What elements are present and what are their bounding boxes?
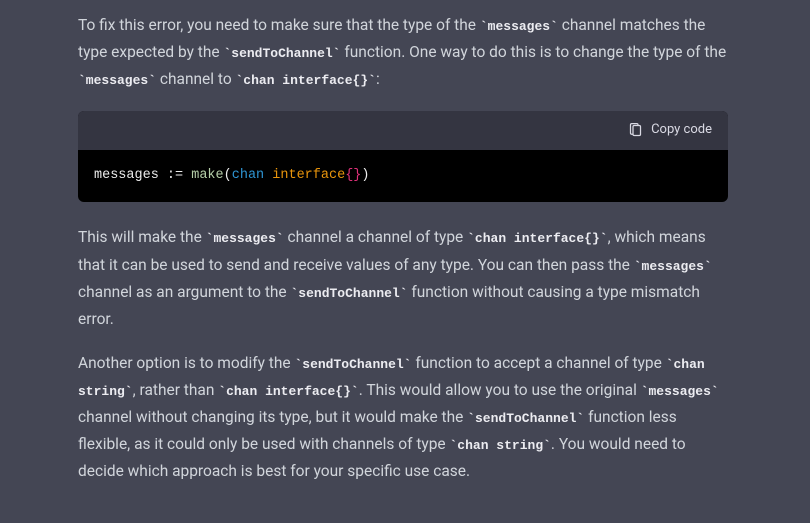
text: . This would allow you to use the origin…: [359, 381, 641, 399]
code-token-brace: {}: [345, 168, 361, 183]
text: channel without changing its type, but i…: [78, 408, 467, 426]
code-token-keyword: chan: [232, 168, 264, 183]
clipboard-icon: [628, 123, 643, 138]
inline-code-messages: `messages`: [480, 19, 558, 34]
inline-code-chan-interface: `chan interface{}`: [467, 231, 607, 246]
code-token-ident: messages: [94, 168, 167, 183]
copy-code-button[interactable]: Copy code: [628, 119, 712, 142]
code-token-type: interface: [272, 168, 345, 183]
copy-code-label: Copy code: [651, 119, 712, 142]
text: To fix this error, you need to make sure…: [78, 16, 480, 34]
inline-code-messages: `messages`: [641, 384, 719, 399]
paragraph-alternative: Another option is to modify the `sendToC…: [78, 350, 728, 486]
inline-code-messages: `messages`: [634, 259, 712, 274]
code-block-header: Copy code: [78, 111, 728, 150]
text: channel a channel of type: [284, 228, 467, 246]
text: , rather than: [133, 381, 219, 399]
inline-code-sendtochannel: `sendToChannel`: [294, 357, 411, 372]
code-token-op: :=: [167, 168, 191, 183]
text: channel to: [156, 70, 235, 88]
inline-code-chan-interface: `chan interface{}`: [236, 73, 376, 88]
inline-code-messages: `messages`: [206, 231, 284, 246]
code-token-paren: (: [224, 168, 232, 183]
inline-code-sendtochannel: `sendToChannel`: [223, 46, 340, 61]
text: Another option is to modify the: [78, 354, 294, 372]
code-token-builtin: make: [191, 168, 223, 183]
text: function. One way to do this is to chang…: [341, 43, 727, 61]
inline-code-sendtochannel: `sendToChannel`: [467, 411, 584, 426]
code-block: Copy code messages := make(chan interfac…: [78, 111, 728, 202]
inline-code-sendtochannel: `sendToChannel`: [291, 286, 408, 301]
paragraph-explanation: This will make the `messages` channel a …: [78, 224, 728, 333]
text: function to accept a channel of type: [412, 354, 666, 372]
paragraph-intro: To fix this error, you need to make sure…: [78, 12, 728, 93]
text: channel as an argument to the: [78, 283, 291, 301]
inline-code-chan-interface: `chan interface{}`: [218, 384, 358, 399]
inline-code-chan-string: `chan string`: [450, 438, 551, 453]
article-body: To fix this error, you need to make sure…: [78, 12, 728, 486]
inline-code-messages: `messages`: [78, 73, 156, 88]
code-content: messages := make(chan interface{}): [78, 150, 728, 202]
code-token-paren: ): [361, 168, 369, 183]
text: This will make the: [78, 228, 206, 246]
text: :: [376, 70, 380, 88]
